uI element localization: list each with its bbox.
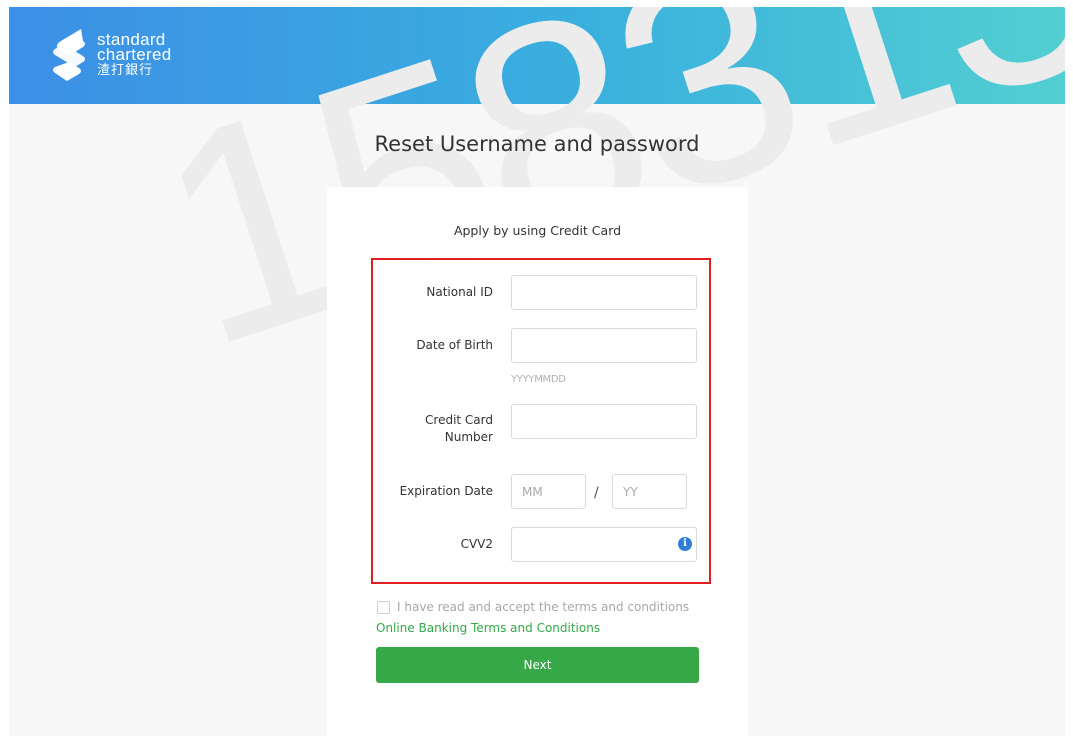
next-button[interactable]: Next <box>376 647 699 683</box>
terms-link[interactable]: Online Banking Terms and Conditions <box>376 621 600 635</box>
info-icon[interactable]: i <box>678 537 692 551</box>
card-number-label: Credit Card Number <box>383 412 493 446</box>
dob-label: Date of Birth <box>416 338 493 352</box>
page-title: Reset Username and password <box>374 132 700 156</box>
brand-name-chinese: 渣打銀行 <box>97 63 154 78</box>
page-frame: standard chartered 渣打銀行 1583138 Reset Us… <box>9 7 1065 736</box>
card-number-label-line1: Credit Card <box>425 413 493 427</box>
national-id-label: National ID <box>426 285 493 299</box>
dob-format-hint: YYYYMMDD <box>511 374 566 385</box>
terms-row: I have read and accept the terms and con… <box>377 600 689 614</box>
reset-form-card: Apply by using Credit Card National ID D… <box>327 187 748 736</box>
brand-logo[interactable]: standard chartered 渣打銀行 <box>49 25 172 85</box>
national-id-input[interactable] <box>511 275 697 310</box>
dob-input[interactable] <box>511 328 697 363</box>
card-number-label-line2: Number <box>444 430 493 444</box>
form-subtitle: Apply by using Credit Card <box>453 223 622 238</box>
expiration-label: Expiration Date <box>399 484 493 498</box>
cvv2-input[interactable] <box>511 527 697 562</box>
brand-name: standard chartered 渣打銀行 <box>97 31 172 78</box>
cvv2-label: CVV2 <box>460 537 493 551</box>
standard-chartered-logo-icon <box>53 29 85 81</box>
expiration-month-input[interactable] <box>511 474 586 509</box>
terms-checkbox-label[interactable]: I have read and accept the terms and con… <box>397 600 689 614</box>
header-bar: standard chartered 渣打銀行 <box>9 7 1065 104</box>
expiration-separator: / <box>594 485 599 501</box>
card-number-input[interactable] <box>511 404 697 439</box>
expiration-year-input[interactable] <box>612 474 687 509</box>
brand-name-line2: chartered <box>97 45 172 64</box>
terms-checkbox[interactable] <box>377 600 390 614</box>
